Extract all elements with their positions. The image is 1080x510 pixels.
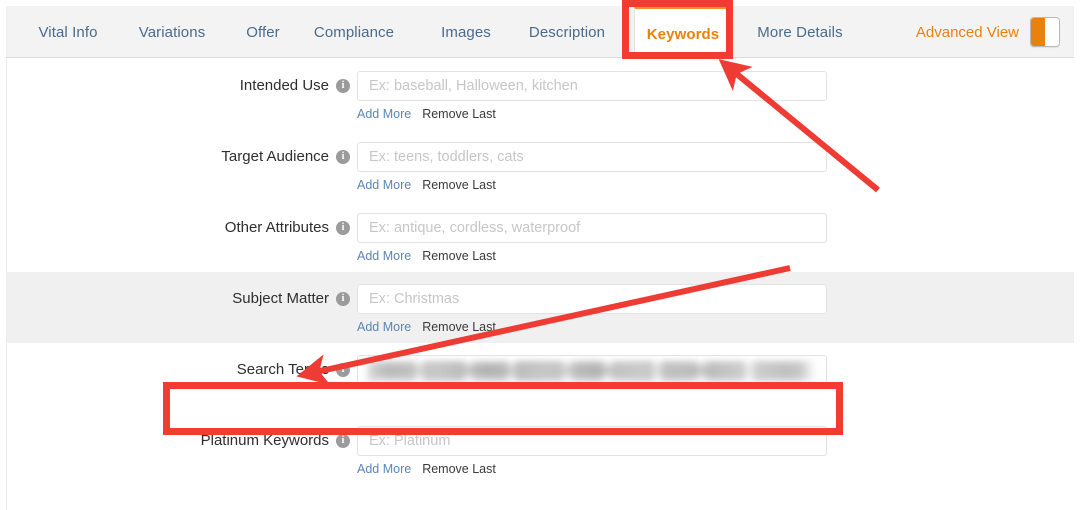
form-row-subject-matter: Subject Matter i Add More Remove Last <box>7 272 1074 343</box>
info-icon-target-audience[interactable]: i <box>336 150 350 164</box>
form-row-content: Search Terms i <box>7 355 1074 385</box>
field-column-search-terms <box>357 355 827 385</box>
info-icon-intended-use[interactable]: i <box>336 79 350 93</box>
row-actions-platinum-keywords: Add More Remove Last <box>357 461 827 477</box>
tab-images[interactable]: Images <box>426 6 506 58</box>
field-label-subject-matter: Subject Matter <box>232 290 329 307</box>
tab-bar-inner: More Details Keywords Description Images Com… <box>6 6 1074 59</box>
add-more-link-target-audience[interactable]: Add More <box>357 177 411 193</box>
add-more-link-other-attributes[interactable]: Add More <box>357 248 411 264</box>
toggle-left-half <box>1031 18 1045 46</box>
form-row-content: Other Attributes i Add More Remove Last <box>7 213 1074 264</box>
form-row-content: Target Audience i Add More Remove Last <box>7 142 1074 193</box>
field-label-other-attributes: Other Attributes <box>224 219 329 236</box>
split-panel-toggle-icon[interactable] <box>1030 17 1060 47</box>
tab-description[interactable]: Description <box>514 6 620 58</box>
form-row-intended-use: Intended Use i Add More Remove Last <box>7 59 1074 130</box>
remove-last-link-intended-use[interactable]: Remove Last <box>422 106 496 122</box>
form-row-content: Subject Matter i Add More Remove Last <box>7 284 1074 335</box>
input-search-terms[interactable] <box>357 355 827 385</box>
input-other-attributes[interactable] <box>357 213 827 243</box>
field-column-target-audience: Add More Remove Last <box>357 142 827 193</box>
field-label-platinum-keywords: Platinum Keywords <box>200 432 329 449</box>
field-column-subject-matter: Add More Remove Last <box>357 284 827 335</box>
remove-last-link-platinum-keywords[interactable]: Remove Last <box>422 461 496 477</box>
field-label-intended-use: Intended Use <box>239 77 329 94</box>
field-column-intended-use: Add More Remove Last <box>357 71 827 122</box>
input-intended-use[interactable] <box>357 71 827 101</box>
input-target-audience[interactable] <box>357 142 827 172</box>
row-actions-target-audience: Add More Remove Last <box>357 177 827 193</box>
tab-keywords[interactable]: Keywords <box>634 6 732 59</box>
tab-bar: More Details Keywords Description Images Com… <box>6 6 1074 59</box>
redacted-value-blur-overlay <box>368 365 808 376</box>
toggle-right-half <box>1045 18 1059 46</box>
advanced-view-control[interactable]: Advanced View <box>916 6 1060 58</box>
tab-offer[interactable]: Offer <box>228 6 298 58</box>
input-subject-matter[interactable] <box>357 284 827 314</box>
row-actions-subject-matter: Add More Remove Last <box>357 319 827 335</box>
keywords-form: Intended UseiAdd MoreRemove LastTarget A… <box>6 59 1074 510</box>
form-row-other-attributes: Other Attributes i Add More Remove Last <box>7 201 1074 272</box>
field-label-search-terms: Search Terms <box>236 361 329 378</box>
info-icon-platinum-keywords[interactable]: i <box>336 434 350 448</box>
form-row-target-audience: Target Audience i Add More Remove Last <box>7 130 1074 201</box>
info-icon-subject-matter[interactable]: i <box>336 292 350 306</box>
info-icon-other-attributes[interactable]: i <box>336 221 350 235</box>
product-keywords-page: More Details Keywords Description Images Com… <box>0 0 1080 510</box>
form-row-search-terms: Search Terms i <box>7 343 1074 414</box>
field-column-platinum-keywords: Add More Remove Last <box>357 426 827 477</box>
form-row-content: Platinum Keywords i Add More Remove Last <box>7 426 1074 477</box>
info-icon-search-terms[interactable]: i <box>336 363 350 377</box>
row-actions-other-attributes: Add More Remove Last <box>357 248 827 264</box>
field-column-other-attributes: Add More Remove Last <box>357 213 827 264</box>
input-platinum-keywords[interactable] <box>357 426 827 456</box>
advanced-view-label: Advanced View <box>915 23 1019 41</box>
remove-last-link-target-audience[interactable]: Remove Last <box>422 177 496 193</box>
form-row-platinum-keywords: Platinum Keywords i Add More Remove Last <box>7 414 1074 485</box>
field-label-target-audience: Target Audience <box>221 148 329 165</box>
add-more-link-intended-use[interactable]: Add More <box>357 106 411 122</box>
tab-variations[interactable]: Variations <box>122 6 222 58</box>
tab-compliance[interactable]: Compliance <box>302 6 406 58</box>
form-row-content: Intended Use i Add More Remove Last <box>7 71 1074 122</box>
tab-vital-info[interactable]: Vital Info <box>20 6 116 58</box>
tab-more-details[interactable]: More Details <box>742 6 858 58</box>
remove-last-link-other-attributes[interactable]: Remove Last <box>422 248 496 264</box>
row-actions-intended-use: Add More Remove Last <box>357 106 827 122</box>
remove-last-link-subject-matter[interactable]: Remove Last <box>422 319 496 335</box>
add-more-link-subject-matter[interactable]: Add More <box>357 319 411 335</box>
add-more-link-platinum-keywords[interactable]: Add More <box>357 461 411 477</box>
